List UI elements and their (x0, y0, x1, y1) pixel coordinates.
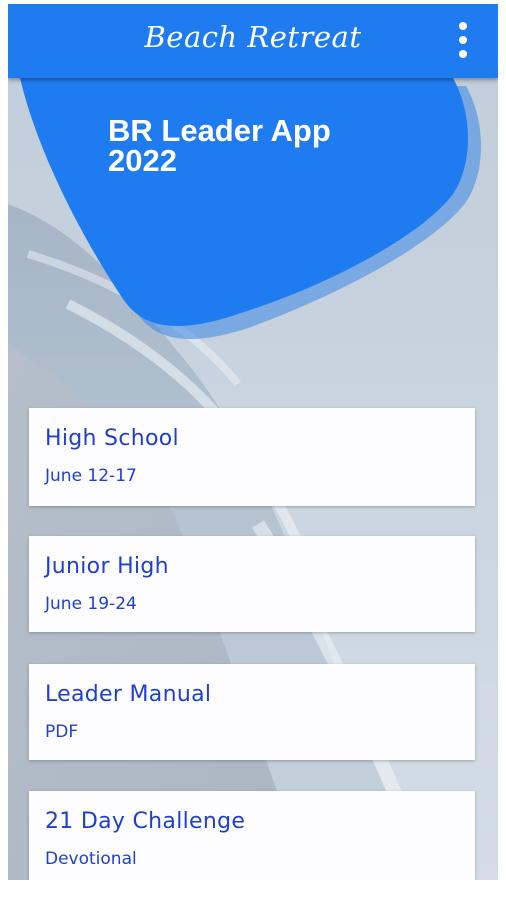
card-subtitle: June 12-17 (45, 466, 137, 486)
app-screen: BR Leader App 2022 Beach Retreat High Sc… (8, 4, 498, 880)
card-junior-high[interactable]: Junior High June 19-24 (29, 536, 475, 632)
card-title: High School (45, 426, 179, 451)
more-vert-icon[interactable] (456, 22, 470, 60)
card-title: Leader Manual (45, 682, 212, 707)
card-subtitle: June 19-24 (45, 594, 137, 614)
card-subtitle: Devotional (45, 849, 137, 869)
card-leader-manual[interactable]: Leader Manual PDF (29, 664, 475, 760)
card-high-school[interactable]: High School June 12-17 (29, 408, 475, 506)
app-title: Beach Retreat (144, 20, 362, 54)
card-21-day-challenge[interactable]: 21 Day Challenge Devotional (29, 791, 475, 880)
card-title: 21 Day Challenge (45, 809, 246, 834)
card-subtitle: PDF (45, 722, 79, 742)
app-bar: Beach Retreat (8, 4, 498, 78)
card-title: Junior High (45, 554, 169, 579)
hero-title: BR Leader App 2022 (108, 113, 331, 178)
